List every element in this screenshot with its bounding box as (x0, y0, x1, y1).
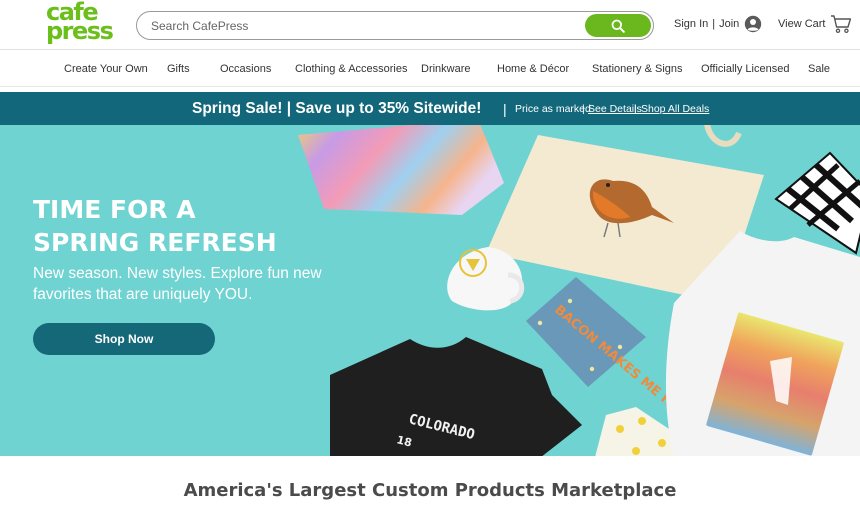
view-cart-label: View Cart (778, 18, 826, 30)
crossword-pillow-image (774, 151, 860, 255)
nav-clothing-accessories[interactable]: Clothing & Accessories (295, 63, 408, 75)
search-input[interactable] (151, 17, 581, 35)
hero-product-image[interactable]: BACON MAKES ME HAPPY! COLORADO 18 (290, 125, 860, 456)
promo-separator: | (503, 101, 507, 117)
user-icon[interactable] (744, 15, 762, 33)
site-header: cafe press Sign In | Join View Cart (0, 0, 860, 50)
promo-price-note: Price as marked (515, 103, 591, 115)
cafepress-logo[interactable]: cafe press (46, 0, 114, 45)
nav-drinkware[interactable]: Drinkware (421, 63, 471, 75)
hero-subtitle: New season. New styles. Explore fun new … (33, 265, 322, 303)
logo-line-2: press (46, 17, 114, 45)
promo-banner: Spring Sale! | Save up to 35% Sitewide! … (0, 92, 860, 125)
shop-now-button[interactable]: Shop Now (33, 323, 215, 355)
section-heading: America's Largest Custom Products Market… (183, 480, 677, 501)
hero-banner: BACON MAKES ME HAPPY! COLORADO 18 TIME F… (0, 125, 860, 456)
account-links: Sign In | Join (674, 14, 762, 34)
hero-title: TIME FOR A SPRING REFRESH (33, 195, 277, 257)
pillow-image (298, 125, 504, 215)
nav-sale[interactable]: Sale (808, 63, 830, 75)
nav-gifts[interactable]: Gifts (167, 63, 190, 75)
account-separator: | (712, 18, 716, 30)
promo-link-separator-2: | (634, 103, 637, 115)
black-tshirt-image: COLORADO 18 (330, 337, 582, 456)
nav-officially-licensed[interactable]: Officially Licensed (701, 63, 789, 75)
category-nav: Create Your Own Gifts Occasions Clothing… (0, 51, 860, 87)
join-link[interactable]: Join (719, 18, 739, 30)
promo-headline: Spring Sale! | Save up to 35% Sitewide! (192, 100, 482, 117)
nav-home-decor[interactable]: Home & Décor (497, 63, 569, 75)
nav-stationery-signs[interactable]: Stationery & Signs (592, 63, 683, 75)
view-cart[interactable]: View Cart (778, 13, 852, 35)
nav-create-your-own[interactable]: Create Your Own (64, 63, 148, 75)
cart-icon (831, 15, 852, 34)
search-button[interactable] (585, 14, 651, 37)
promo-link-separator-1: | (582, 103, 585, 115)
search-icon (611, 19, 625, 33)
sign-in-link[interactable]: Sign In (674, 18, 708, 30)
shop-all-deals-link[interactable]: Shop All Deals (641, 103, 709, 115)
nav-occasions[interactable]: Occasions (220, 63, 271, 75)
search-bar (136, 11, 654, 40)
